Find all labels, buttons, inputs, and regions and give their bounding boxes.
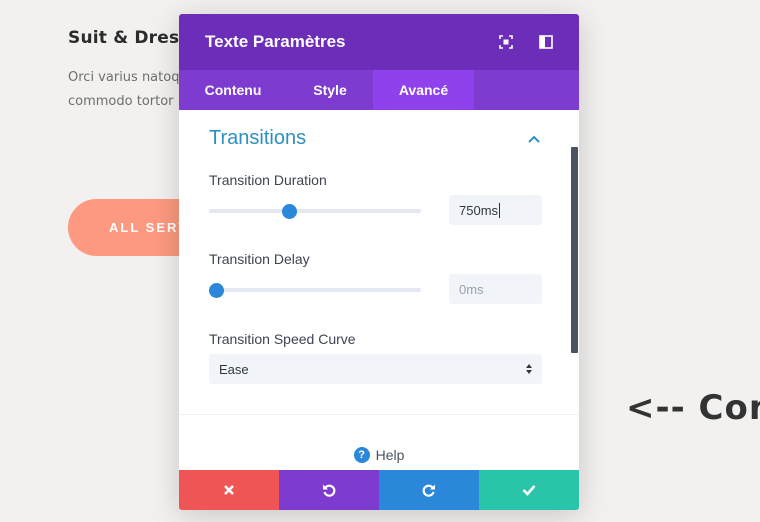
check-icon [522, 485, 536, 496]
transition-duration-slider-handle[interactable] [282, 203, 298, 219]
save-button[interactable] [479, 470, 579, 510]
undo-icon [323, 484, 336, 497]
settings-content: Transitions Transition Duration 750ms Tr… [179, 110, 579, 470]
text-caret [499, 202, 501, 218]
close-icon [224, 485, 234, 495]
redo-icon [422, 484, 435, 497]
tab-style[interactable]: Style [287, 70, 373, 110]
transition-speed-curve-select[interactable]: Ease [209, 354, 542, 384]
transition-delay-input[interactable]: 0ms [449, 274, 542, 304]
section-title-transitions[interactable]: Transitions [209, 127, 306, 150]
transition-duration-input[interactable]: 750ms [449, 195, 542, 225]
modal-header: Texte Paramètres [179, 14, 579, 70]
select-arrows-icon [526, 364, 532, 374]
settings-modal: Texte Paramètres Contenu Style Avancé Tr… [179, 14, 579, 510]
transition-delay-slider[interactable] [209, 282, 421, 298]
transition-duration-value: 750ms [459, 202, 499, 218]
expand-icon[interactable] [498, 34, 514, 50]
help-label: Help [375, 447, 405, 463]
tab-avance[interactable]: Avancé [373, 70, 474, 110]
transition-speed-curve-value: Ease [219, 361, 249, 377]
transition-delay-slider-handle[interactable] [209, 282, 224, 298]
transition-duration-label: Transition Duration [209, 172, 327, 188]
background-arrow-text: <-- Con [626, 388, 760, 428]
help-link[interactable]: ? Help [179, 445, 579, 465]
transition-duration-slider[interactable] [209, 203, 421, 219]
transition-speed-curve-label: Transition Speed Curve [209, 331, 356, 347]
tab-bar: Contenu Style Avancé [179, 70, 579, 110]
scrollbar[interactable] [571, 147, 578, 353]
tab-contenu[interactable]: Contenu [179, 70, 287, 110]
transition-delay-label: Transition Delay [209, 251, 310, 267]
cancel-button[interactable] [179, 470, 279, 510]
undo-button[interactable] [279, 470, 379, 510]
split-view-icon[interactable] [538, 34, 554, 50]
help-icon: ? [353, 447, 370, 463]
chevron-up-icon[interactable] [526, 132, 542, 144]
modal-title: Texte Paramètres [205, 32, 346, 51]
redo-button[interactable] [379, 470, 479, 510]
modal-footer [179, 470, 579, 510]
divider [179, 414, 579, 415]
transition-delay-placeholder: 0ms [459, 281, 484, 297]
background-heading: Suit & Dress [68, 28, 190, 48]
